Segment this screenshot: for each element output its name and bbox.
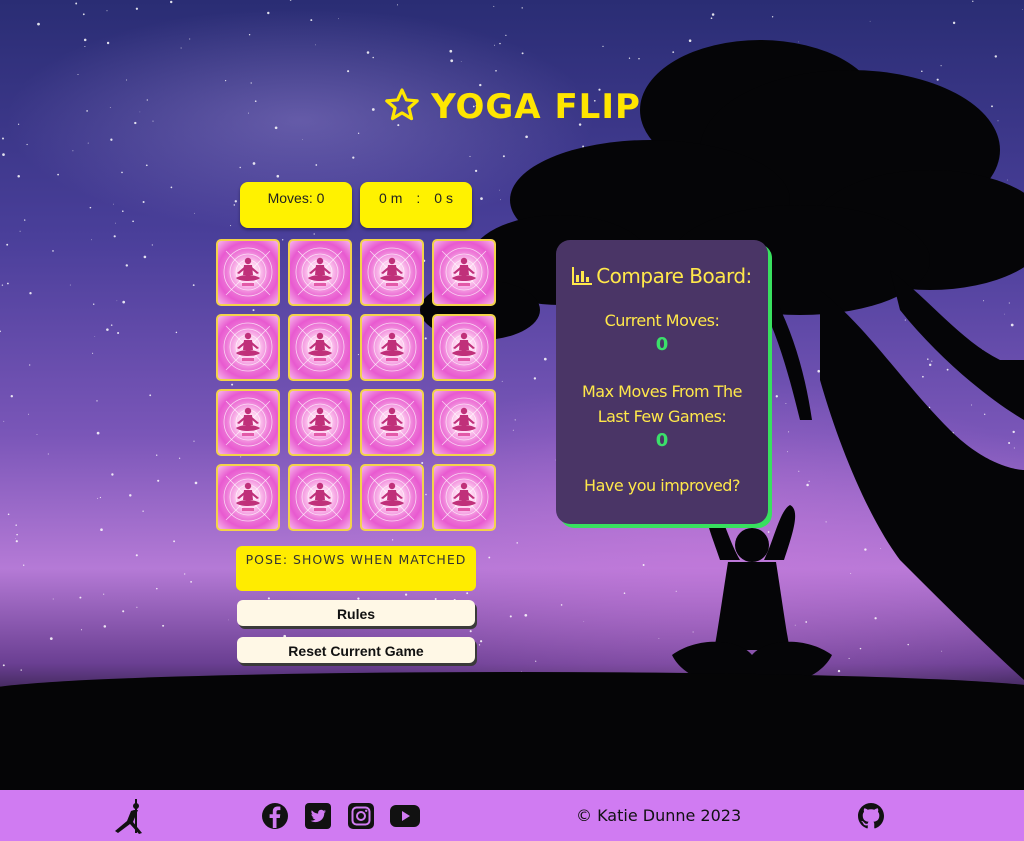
board-header: Compare Board: [556,264,768,288]
current-moves-label: Current Moves: [604,311,720,330]
star-icon [383,86,421,133]
pose-label: POSE: SHOWS WHEN MATCHED [245,552,467,567]
youtube-icon[interactable] [390,790,420,841]
moves-label: Moves: 0 [267,190,325,206]
max-moves-value: 0 [655,430,669,451]
memory-card[interactable] [216,464,280,531]
footer: © Katie Dunne 2023 [0,790,1024,841]
max-moves-label: Max Moves From The Last Few Games: [582,382,742,426]
copyright-text: © Katie Dunne 2023 [576,806,742,825]
memory-card[interactable] [288,314,352,381]
timer-seconds: 0 s [434,190,453,206]
reset-game-button[interactable]: Reset Current Game [237,637,475,663]
timer-minutes: 0 m [379,190,403,206]
rules-button[interactable]: Rules [237,600,475,626]
memory-card[interactable] [432,239,496,306]
improved-question: Have you improved? [584,476,740,495]
memory-card[interactable] [360,314,424,381]
memory-card[interactable] [216,239,280,306]
current-moves-value: 0 [655,334,669,355]
hill-silhouette [0,672,1024,790]
memory-card[interactable] [432,389,496,456]
moves-counter: Moves: 0 [240,182,352,228]
github-icon[interactable] [858,790,884,841]
timer: 0 m:0 s [360,182,472,228]
pose-display: POSE: SHOWS WHEN MATCHED [236,546,476,591]
timer-separator: : [416,190,421,206]
memory-card[interactable] [216,389,280,456]
memory-card[interactable] [360,464,424,531]
board-title: Compare Board: [596,264,752,288]
facebook-icon[interactable] [261,790,289,841]
memory-card[interactable] [360,239,424,306]
memory-card[interactable] [432,464,496,531]
chart-icon [572,264,596,288]
instagram-icon[interactable] [348,790,374,841]
game-title: YOGA FLIP [0,86,1024,133]
memory-card[interactable] [216,314,280,381]
memory-card[interactable] [432,314,496,381]
memory-card[interactable] [288,239,352,306]
memory-card[interactable] [288,464,352,531]
memory-card[interactable] [288,389,352,456]
title-text: YOGA FLIP [431,87,641,127]
memory-card[interactable] [360,389,424,456]
compare-board: Compare Board: Current Moves: 0 Max Move… [556,240,768,524]
twitter-icon[interactable] [305,790,331,841]
yoga-pose-icon [112,790,144,841]
card-grid [216,239,496,531]
